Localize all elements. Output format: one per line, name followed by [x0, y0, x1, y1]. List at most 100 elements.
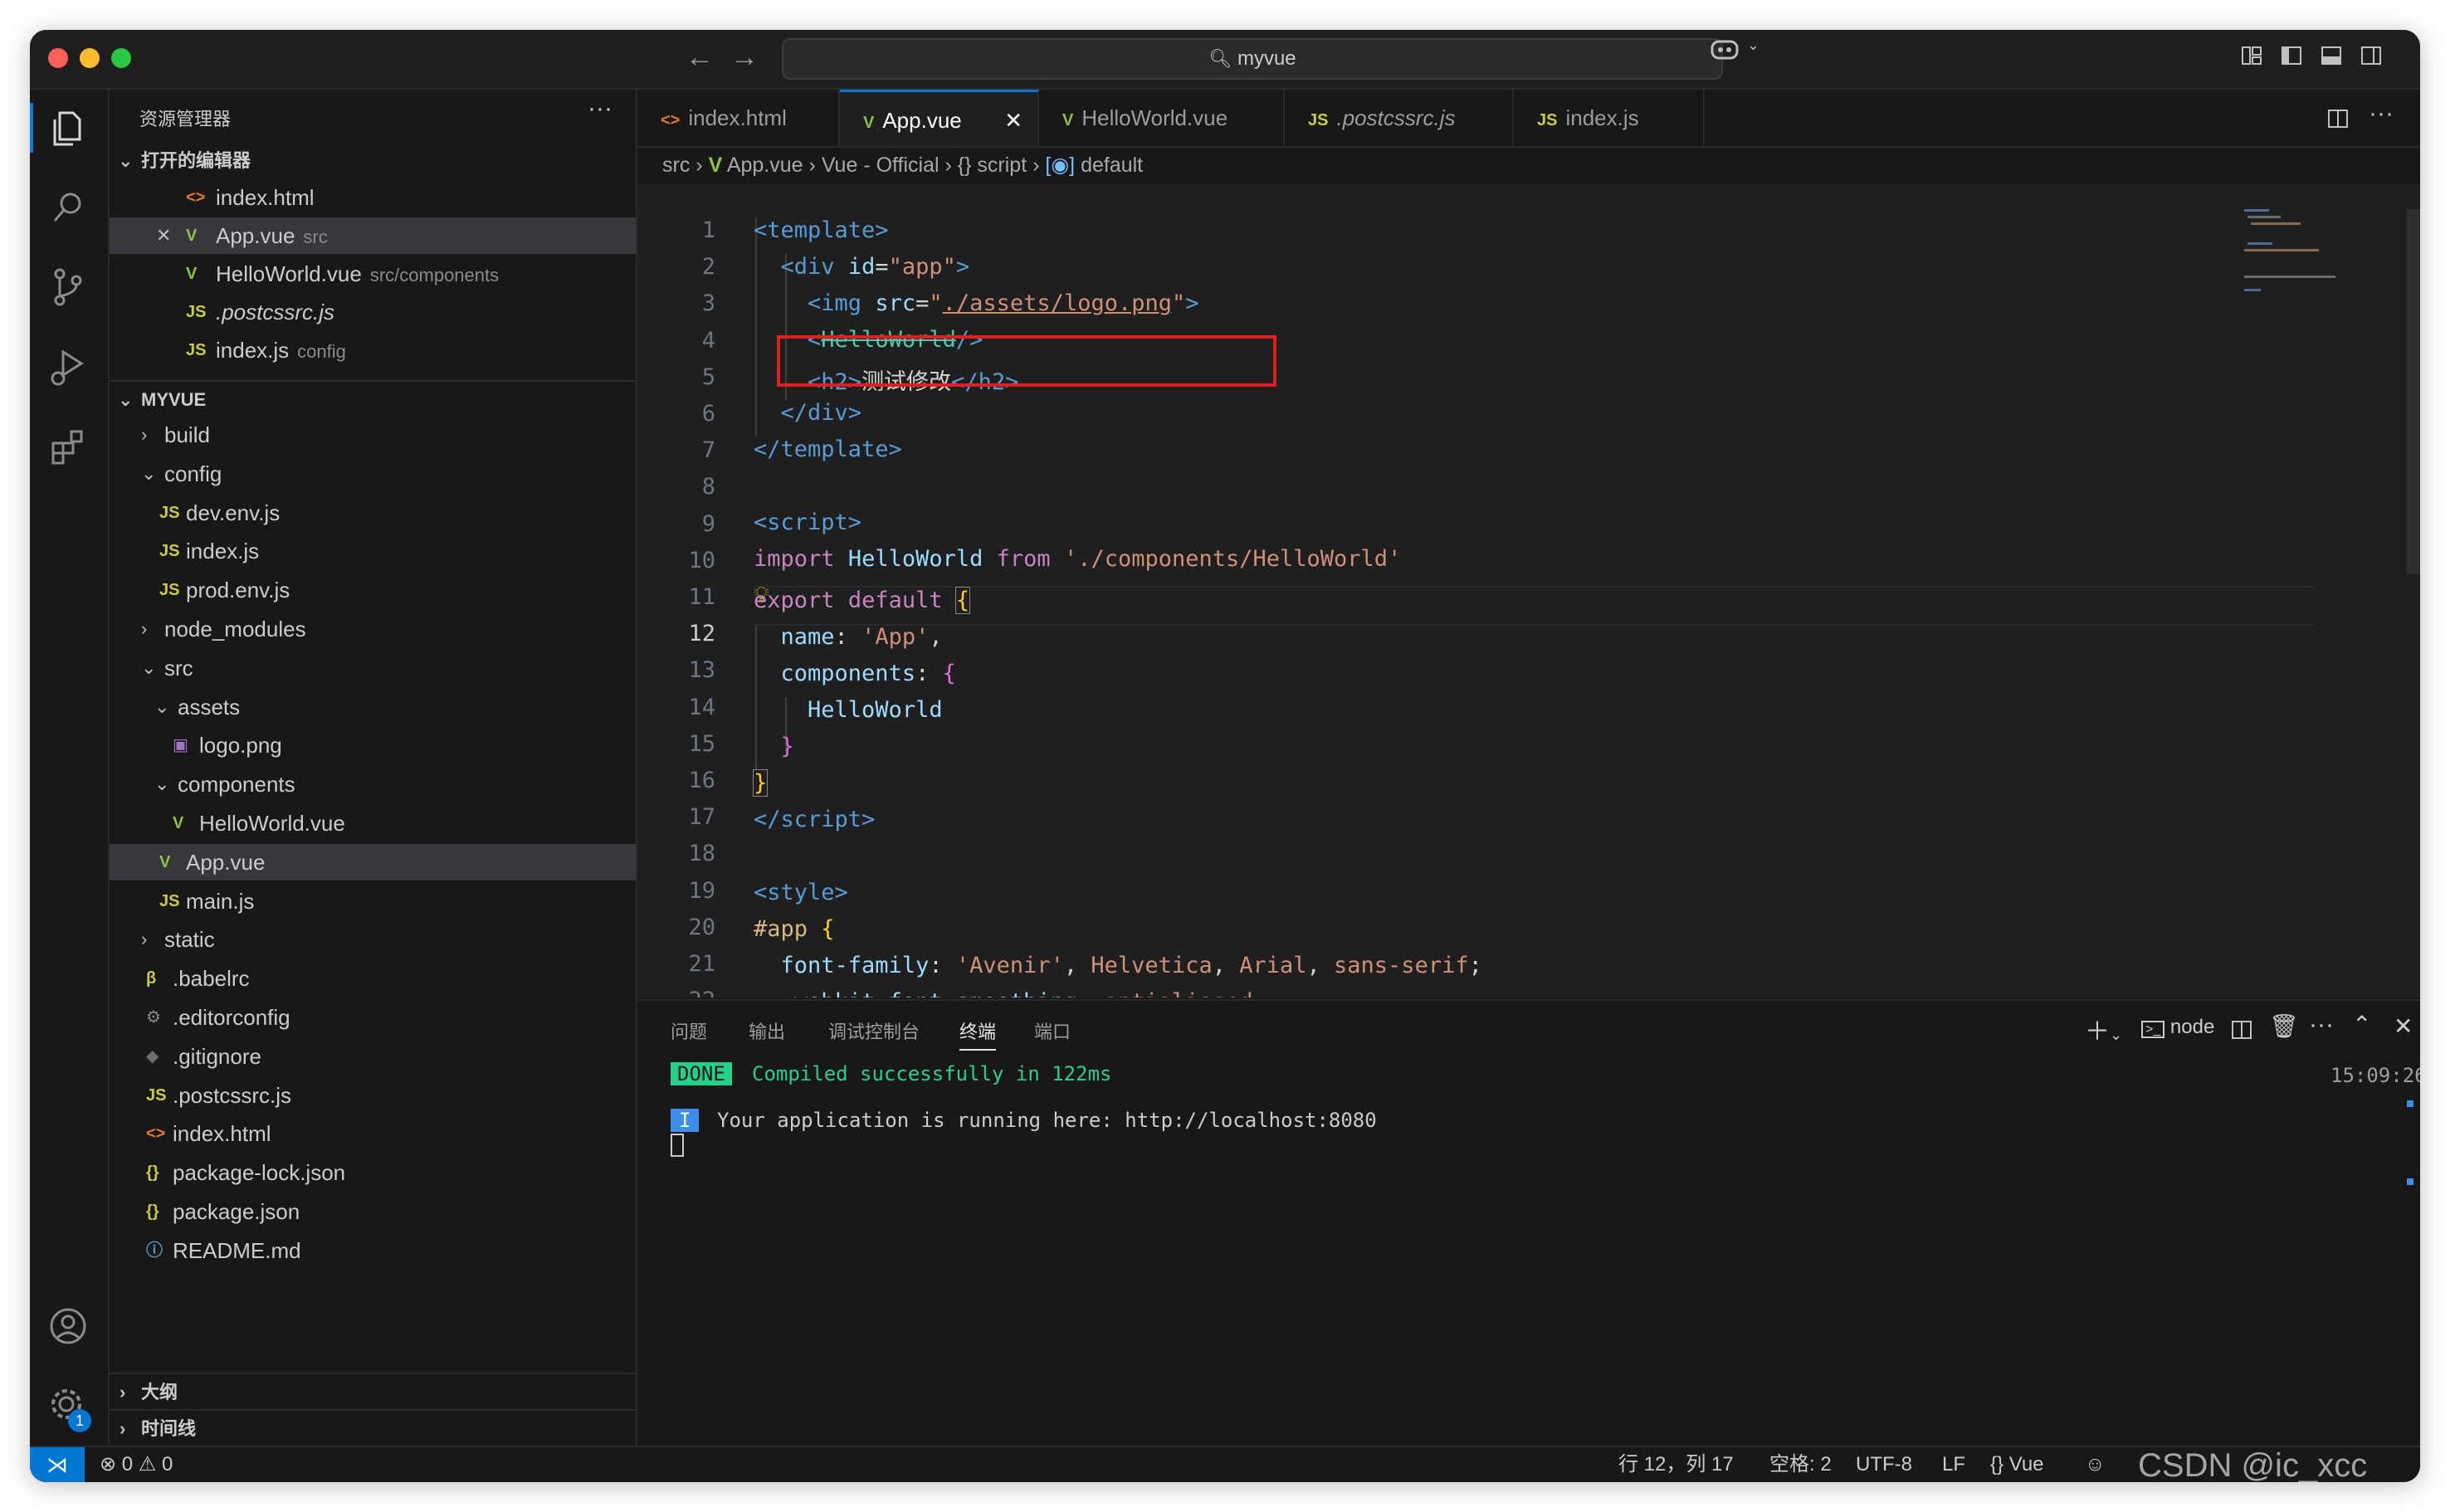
tree-file-label: .editorconfig	[173, 1005, 290, 1030]
tree-item[interactable]: ⚙ .editorconfig	[110, 999, 636, 1036]
json-file-icon: {}	[146, 1202, 159, 1221]
copilot-icon[interactable]: ⌄	[1710, 37, 1759, 68]
extensions-icon[interactable]	[43, 422, 93, 471]
copilot-status-icon[interactable]: ☺	[2085, 1447, 2106, 1482]
panel-tab[interactable]: 端口	[1034, 1017, 1071, 1044]
tree-item[interactable]: ⌄ components	[110, 766, 636, 802]
code-editor[interactable]: 1234567891011121314151617181920212223 <t…	[637, 184, 2420, 997]
open-editors-header[interactable]: ⌄ 打开的编辑器	[110, 143, 636, 179]
tree-item[interactable]: JS prod.env.js	[110, 572, 636, 608]
toggle-primary-sidebar-icon[interactable]	[2281, 45, 2302, 66]
outline-section[interactable]: › 大纲	[110, 1373, 636, 1411]
code-line-16: }	[780, 734, 794, 759]
tree-item[interactable]: ◆ .gitignore	[110, 1038, 636, 1075]
encoding[interactable]: UTF-8	[1856, 1447, 1912, 1482]
open-editor-item[interactable]: JS .postcssrc.js	[110, 294, 636, 330]
line-ending[interactable]: LF	[1942, 1447, 1965, 1482]
minimap[interactable]	[2244, 209, 2344, 309]
more-actions-icon[interactable]: ···	[588, 95, 612, 123]
maximize-panel-icon[interactable]: ⌃	[2352, 1011, 2371, 1038]
tree-item[interactable]: {} package-lock.json	[110, 1154, 636, 1191]
breadcrumb-src[interactable]: src	[662, 154, 690, 177]
tree-item[interactable]: JS main.js	[110, 883, 636, 919]
new-terminal-icon[interactable]: ＋⌄	[2085, 1011, 2122, 1047]
tree-item[interactable]: JS .postcssrc.js	[110, 1077, 636, 1114]
info-file-icon: ⓘ	[146, 1241, 163, 1260]
zoom-window-button[interactable]	[111, 48, 131, 68]
close-window-button[interactable]	[48, 48, 68, 68]
file-type-icon: V	[186, 265, 198, 283]
bottom-panel: 问题 输出 调试控制台 终端 端口 ＋⌄ >_ node 🗑︎ ··· ⌃ ✕ DONE…	[637, 999, 2420, 1447]
open-editor-item[interactable]: JS index.js config	[110, 332, 636, 368]
search-icon[interactable]	[43, 183, 93, 232]
forward-arrow-icon[interactable]: →	[730, 41, 759, 74]
tree-item[interactable]: › static	[110, 921, 636, 958]
problems-indicator[interactable]: ⊗ 0 ⚠ 0	[100, 1447, 173, 1482]
split-terminal-icon[interactable]	[2231, 1019, 2252, 1041]
timeline-section[interactable]: › 时间线	[110, 1409, 636, 1447]
panel-tab[interactable]: 终端	[959, 1017, 997, 1051]
editor-tab[interactable]: <> index.html	[637, 90, 840, 146]
tree-item[interactable]: JS dev.env.js	[110, 495, 636, 531]
terminal-shell-selector[interactable]: >_ node	[2141, 1016, 2214, 1039]
workspace-name: myvue	[1237, 47, 1296, 70]
remote-indicator-icon[interactable]: ⋊	[30, 1447, 85, 1482]
breadcrumb-language[interactable]: Vue - Official	[822, 154, 939, 177]
editor-tab[interactable]: V HelloWorld.vue	[1039, 90, 1285, 146]
toggle-secondary-sidebar-icon[interactable]	[2360, 45, 2382, 66]
files-icon[interactable]	[43, 103, 93, 153]
project-header[interactable]: ⌄ MYVUE	[110, 380, 636, 418]
tree-item[interactable]: <> index.html	[110, 1115, 636, 1152]
tree-item[interactable]: ⌄ config	[110, 456, 636, 492]
editor-tab[interactable]: JS .postcssrc.js	[1285, 90, 1514, 146]
tree-item[interactable]: ⓘ README.md	[110, 1232, 636, 1269]
customize-layout-icon[interactable]	[2241, 45, 2262, 66]
command-center-search[interactable]: 🔍︎ myvue	[782, 38, 1723, 80]
open-editor-item[interactable]: <> index.html	[110, 179, 636, 216]
terminal-cursor[interactable]	[671, 1134, 684, 1157]
open-editor-item[interactable]: V HelloWorld.vue src/components	[110, 256, 636, 292]
tree-item[interactable]: ⌄ src	[110, 650, 636, 686]
toggle-panel-icon[interactable]	[2321, 45, 2342, 66]
editor-scrollbar[interactable]	[2407, 209, 2420, 574]
tree-item[interactable]: › build	[110, 417, 636, 453]
panel-tab[interactable]: 输出	[749, 1017, 785, 1044]
chevron-right-icon: ›	[944, 154, 958, 177]
split-editor-icon[interactable]	[2327, 108, 2349, 129]
tree-item[interactable]: V HelloWorld.vue	[110, 805, 636, 841]
cursor-position[interactable]: 行 12，列 17	[1618, 1447, 1734, 1482]
editor-tab[interactable]: JS index.js	[1514, 90, 1705, 146]
account-icon[interactable]	[43, 1301, 93, 1351]
minimize-window-button[interactable]	[80, 48, 100, 68]
vue-file-icon: V	[159, 852, 171, 871]
editor-more-icon[interactable]: ···	[2369, 100, 2394, 128]
panel-more-icon[interactable]: ···	[2309, 1011, 2334, 1039]
indentation[interactable]: 空格: 2	[1769, 1447, 1832, 1482]
panel-tab[interactable]: 调试控制台	[828, 1017, 920, 1044]
tree-item[interactable]: › node_modules	[110, 611, 636, 647]
breadcrumb-symbol[interactable]: default	[1081, 154, 1143, 177]
breadcrumb-file[interactable]: App.vue	[727, 154, 803, 177]
close-icon[interactable]: ✕	[156, 217, 171, 254]
tree-item[interactable]: {} package.json	[110, 1193, 636, 1230]
tree-folder-label: build	[164, 422, 210, 447]
editor-tab[interactable]: V App.vue ✕	[840, 90, 1039, 146]
close-icon[interactable]: ✕	[1004, 92, 1022, 149]
line-number: 5	[701, 363, 715, 390]
tree-item[interactable]: ▣ logo.png	[110, 727, 636, 763]
tree-item[interactable]: JS index.js	[110, 533, 636, 569]
tree-item[interactable]: β .babelrc	[110, 960, 636, 997]
source-control-icon[interactable]	[43, 262, 93, 312]
close-panel-icon[interactable]: ✕	[2394, 1012, 2413, 1040]
vscode-window: ← → 🔍︎ myvue ⌄ 1 资源管理器 ··· ⌄ 打开的编辑器 <> i…	[30, 30, 2420, 1482]
braces-icon: {}	[1990, 1453, 2004, 1475]
tree-item[interactable]: ⌄ assets	[110, 689, 636, 725]
breadcrumb-section[interactable]: {} script	[958, 154, 1027, 177]
panel-tab[interactable]: 问题	[671, 1017, 707, 1044]
trash-icon[interactable]: 🗑︎	[2269, 1012, 2299, 1040]
run-debug-icon[interactable]	[43, 342, 93, 392]
open-editor-item[interactable]: ✕ V App.vue src	[110, 217, 636, 254]
back-arrow-icon[interactable]: ←	[686, 41, 714, 74]
tree-item[interactable]: V App.vue	[110, 843, 636, 880]
language-mode[interactable]: {} Vue	[1990, 1447, 2044, 1482]
